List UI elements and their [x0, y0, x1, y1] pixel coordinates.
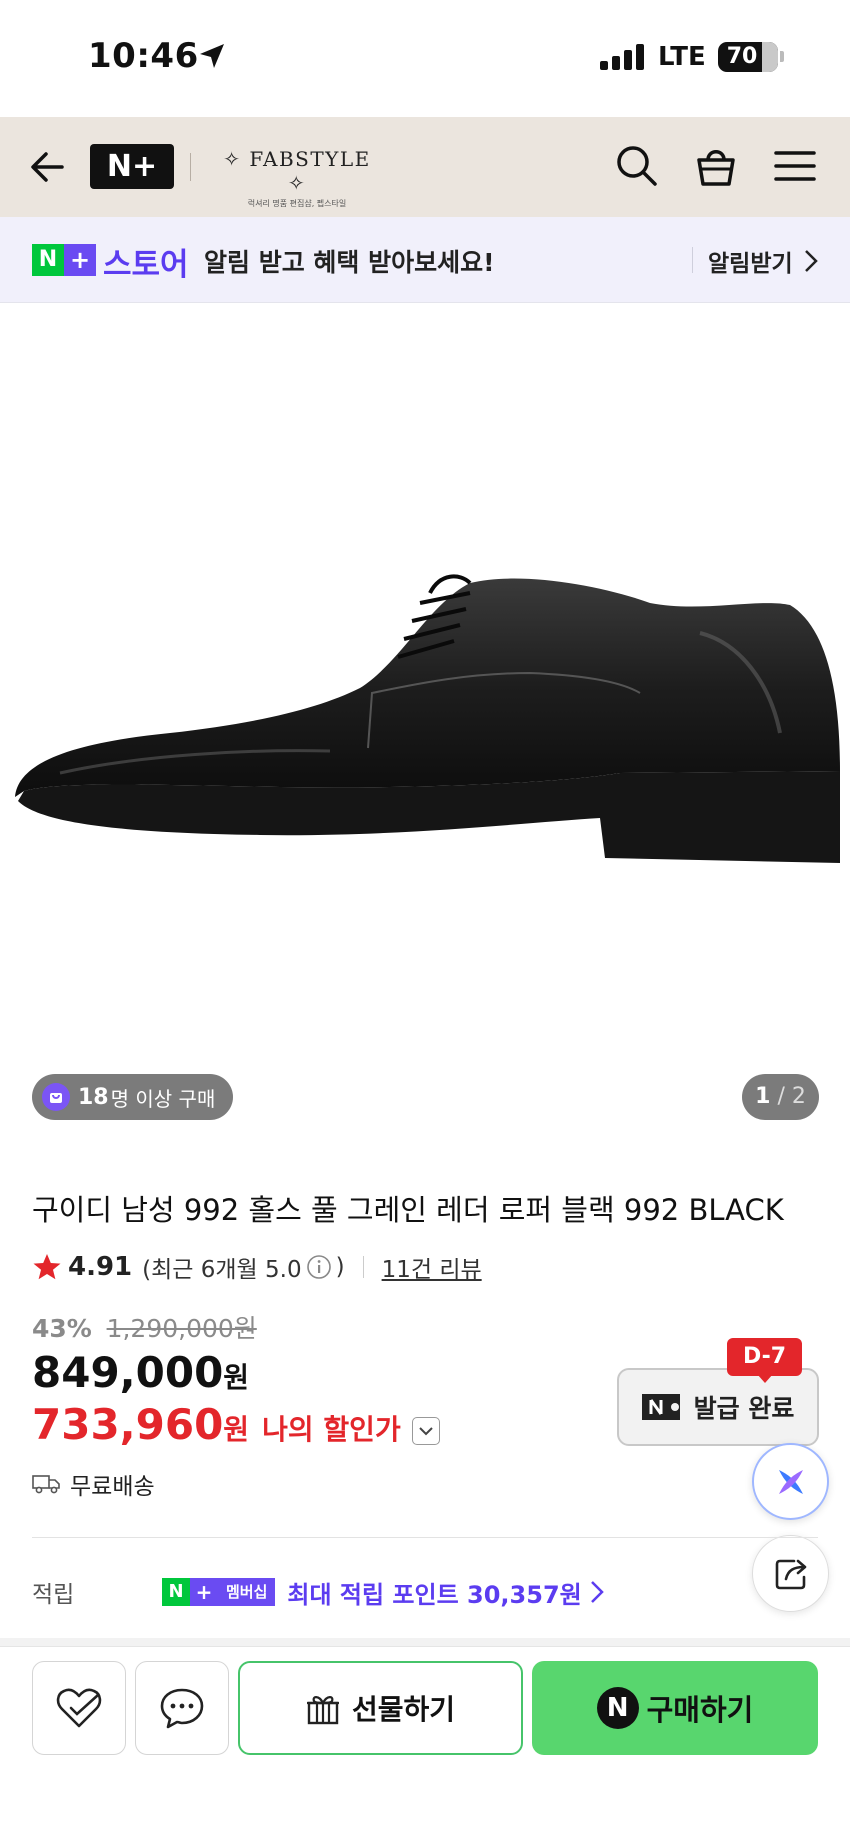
buy-button[interactable]: N 구매하기: [532, 1661, 818, 1755]
share-button[interactable]: [752, 1535, 829, 1612]
my-discount-price[interactable]: 733,960원 나의 할인가: [32, 1400, 440, 1449]
chevron-right-icon: [805, 250, 818, 272]
star-icon: [33, 1254, 61, 1280]
buyers-count: 18: [78, 1084, 109, 1110]
buy-label: 구매하기: [646, 1693, 754, 1727]
sale-price-unit: 원: [223, 1361, 250, 1394]
status-time: 10:46: [88, 36, 199, 76]
my-price-unit: 원: [223, 1413, 250, 1446]
buyers-text: 명 이상 구매: [110, 1086, 216, 1111]
store-brand-name: ✧ FABSTYLE ✧: [223, 147, 371, 195]
rating-divider: [362, 1256, 364, 1278]
status-bar: 10:46 LTE 70: [0, 0, 850, 117]
points-value: 최대 적립 포인트 30,357원: [287, 1580, 582, 1609]
naver-pay-icon: N: [596, 1687, 639, 1729]
product-title: 구이디 남성 992 홀스 풀 그레인 레더 로퍼 블랙 992 BLACK: [32, 1193, 784, 1227]
shopping-bag-icon: [42, 1083, 70, 1111]
store-brand-sub: 럭셔리 명품 편집샵, 펩스타일: [247, 199, 347, 208]
coupon-label: 발급 완료: [693, 1394, 795, 1423]
network-type: LTE: [658, 42, 706, 72]
chevron-right-icon: [590, 1581, 604, 1603]
original-price: 1,290,000원: [106, 1314, 257, 1343]
bottom-action-bar: 선물하기 N 구매하기: [0, 1646, 850, 1842]
chat-icon: [160, 1688, 204, 1729]
pager-total: 2: [791, 1084, 806, 1109]
battery-tip: [780, 51, 784, 62]
back-arrow-icon[interactable]: [28, 147, 68, 187]
discount-line: 43% 1,290,000원: [32, 1309, 257, 1345]
notify-button[interactable]: 알림받기: [708, 244, 793, 278]
rating-row: 4.91 (최근 6개월 5.0 ) 11건 리뷰: [32, 1250, 482, 1284]
discount-rate: 43%: [32, 1314, 92, 1343]
battery-icon: 70: [718, 42, 778, 72]
review-count-link[interactable]: 11건 리뷰: [382, 1250, 482, 1284]
search-icon[interactable]: [614, 143, 660, 189]
membership-badge-plus: +: [190, 1578, 218, 1606]
section-divider: [32, 1537, 818, 1538]
location-arrow-icon: [200, 44, 224, 68]
recent-rating-close: ): [335, 1254, 345, 1280]
info-icon[interactable]: [306, 1254, 332, 1280]
wishlist-button[interactable]: [32, 1661, 126, 1755]
store-header: N+ ✧ FABSTYLE ✧ 럭셔리 명품 편집샵, 펩스타일: [0, 117, 850, 217]
points-row[interactable]: 적립 N + 멤버십 최대 적립 포인트 30,357원: [32, 1572, 732, 1612]
badge-plus: +: [64, 244, 96, 276]
alert-banner[interactable]: N + 스토어 알림 받고 혜택 받아보세요! 알림받기: [0, 217, 850, 303]
sparkle-icon: [778, 1469, 803, 1494]
chevron-down-icon[interactable]: [411, 1416, 440, 1445]
product-image-gallery[interactable]: [0, 303, 850, 1140]
truck-icon: [32, 1475, 60, 1494]
banner-message: 알림 받고 혜택 받아보세요!: [204, 248, 495, 277]
buyers-count-badge: 18 명 이상 구매: [32, 1074, 234, 1120]
dday-badge-tail: [757, 1374, 773, 1383]
gift-icon: [306, 1696, 339, 1725]
gift-button[interactable]: 선물하기: [238, 1661, 523, 1755]
image-pager: 1 / 2: [742, 1074, 819, 1120]
my-price-value: 733,960: [32, 1400, 224, 1449]
store-word: 스토어: [103, 247, 189, 283]
naver-plus-logo[interactable]: N+: [90, 144, 174, 189]
battery-level: 70: [726, 44, 758, 69]
store-brand[interactable]: ✧ FABSTYLE ✧ 럭셔리 명품 편집샵, 펩스타일: [212, 147, 382, 209]
header-divider: [190, 153, 191, 181]
dday-badge: D-7: [727, 1338, 802, 1376]
basket-icon[interactable]: [693, 143, 739, 189]
membership-badge-n: N: [162, 1578, 190, 1606]
talk-button[interactable]: [135, 1661, 229, 1755]
ai-assistant-button[interactable]: [752, 1443, 829, 1520]
naver-plus-badge: N +: [32, 244, 96, 276]
section-band: [0, 1638, 850, 1646]
sale-price: 849,000원: [32, 1348, 249, 1397]
heart-check-icon: [56, 1688, 102, 1728]
menu-icon[interactable]: [772, 143, 818, 189]
naver-coupon-icon: [641, 1394, 680, 1420]
gift-label: 선물하기: [351, 1693, 456, 1726]
rating-score: 4.91: [68, 1252, 133, 1282]
shipping-info: 무료배송: [32, 1467, 155, 1501]
pager-current: 1: [755, 1084, 771, 1109]
membership-badge-text: 멤버십: [218, 1578, 276, 1606]
banner-divider: [692, 247, 693, 273]
sale-price-value: 849,000: [32, 1348, 224, 1397]
points-label: 적립: [32, 1582, 75, 1608]
coupon-button[interactable]: 발급 완료: [617, 1368, 819, 1446]
shipping-text: 무료배송: [70, 1474, 155, 1500]
badge-n: N: [32, 244, 64, 276]
recent-rating: (최근 6개월 5.0: [142, 1257, 302, 1283]
membership-badge: N + 멤버십: [162, 1578, 276, 1606]
my-price-label: 나의 할인가: [262, 1413, 401, 1446]
share-icon: [775, 1559, 806, 1589]
product-image-shoe: [15, 574, 840, 863]
signal-icon: [600, 44, 644, 70]
